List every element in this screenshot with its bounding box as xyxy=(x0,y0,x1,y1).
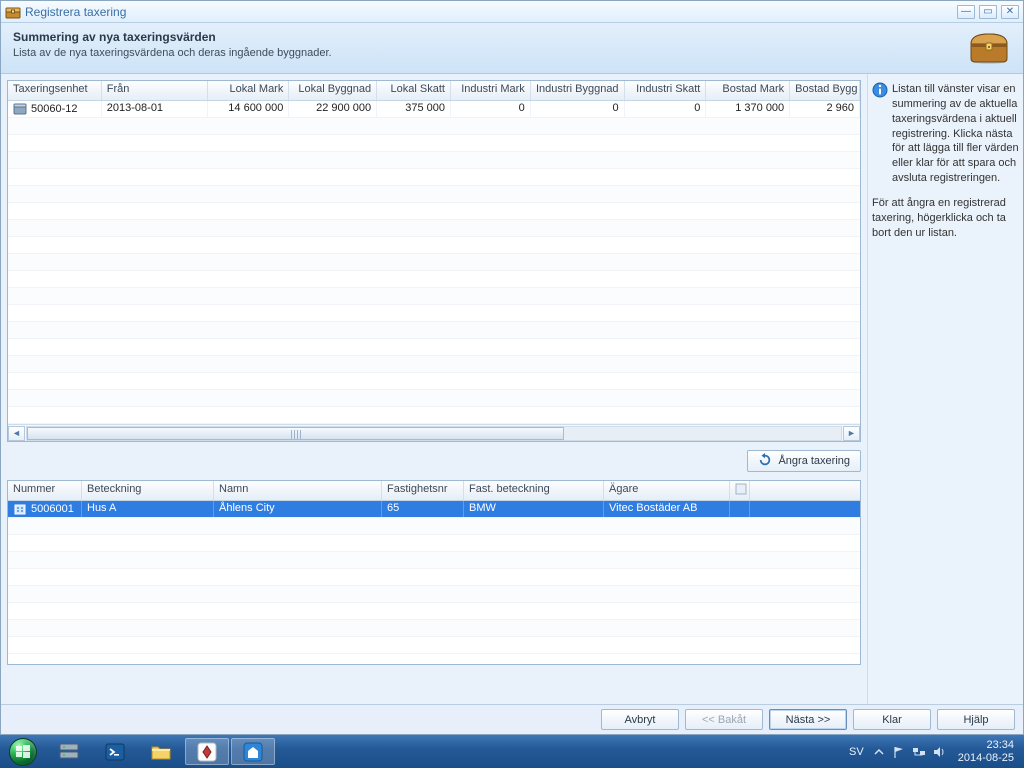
app-icon xyxy=(5,4,21,20)
taskbar-item-powershell[interactable] xyxy=(93,738,137,765)
col-namn[interactable]: Namn xyxy=(214,481,382,500)
undo-icon xyxy=(758,453,772,470)
summary-grid[interactable]: Taxeringsenhet Från Lokal Mark Lokal Byg… xyxy=(7,80,861,442)
back-button[interactable]: << Bakåt xyxy=(685,709,763,730)
close-button[interactable]: ✕ xyxy=(1001,5,1019,19)
left-column: Taxeringsenhet Från Lokal Mark Lokal Byg… xyxy=(1,74,867,704)
col-taxeringsenhet[interactable]: Taxeringsenhet xyxy=(8,81,102,100)
cell-nummer: 5006001 xyxy=(31,503,74,515)
tray-chevron-icon[interactable] xyxy=(872,745,886,759)
header-band: Summering av nya taxeringsvärden Lista a… xyxy=(1,23,1023,74)
col-extra[interactable] xyxy=(730,481,750,500)
info-text-2: För att ångra en registrerad taxering, h… xyxy=(872,196,1019,241)
page-subtitle: Lista av de nya taxeringsvärdena och der… xyxy=(13,47,967,59)
start-button[interactable] xyxy=(0,735,46,768)
language-indicator[interactable]: SV xyxy=(847,746,866,758)
info-icon xyxy=(872,82,888,101)
col-lokal-skatt[interactable]: Lokal Skatt xyxy=(377,81,451,100)
info-text-1: Listan till vänster visar en summering a… xyxy=(892,82,1019,186)
taskbar-item-app2[interactable] xyxy=(231,738,275,765)
col-bostad-bygg[interactable]: Bostad Bygg xyxy=(790,81,860,100)
cell-lokal-mark: 14 600 000 xyxy=(208,101,290,117)
flag-icon[interactable] xyxy=(892,745,906,759)
cell-bostad-bygg: 2 960 xyxy=(790,101,860,117)
col-agare[interactable]: Ägare xyxy=(604,481,730,500)
col-beteckning[interactable]: Beteckning xyxy=(82,481,214,500)
undo-taxering-button[interactable]: Ångra taxering xyxy=(747,450,861,472)
detail-grid[interactable]: Nummer Beteckning Namn Fastighetsnr Fast… xyxy=(7,480,861,665)
clock-date: 2014-08-25 xyxy=(958,752,1014,765)
taskbar-item-app1[interactable] xyxy=(185,738,229,765)
detail-grid-header: Nummer Beteckning Namn Fastighetsnr Fast… xyxy=(8,481,860,501)
taskbar-item-servers[interactable] xyxy=(47,738,91,765)
minimize-button[interactable]: — xyxy=(957,5,975,19)
horizontal-scrollbar[interactable]: ◄ ► xyxy=(8,424,860,441)
titlebar: Registrera taxering — ▭ ✕ xyxy=(1,1,1023,23)
app-window: Registrera taxering — ▭ ✕ Summering av n… xyxy=(0,0,1024,735)
col-fast-beteckning[interactable]: Fast. beteckning xyxy=(464,481,604,500)
cell-lokal-skatt: 375 000 xyxy=(377,101,451,117)
info-panel: Listan till vänster visar en summering a… xyxy=(867,74,1023,704)
cell-industri-mark: 0 xyxy=(451,101,531,117)
building-icon xyxy=(13,502,27,516)
cell-fast-beteckning: BMW xyxy=(464,501,604,517)
scroll-right-button[interactable]: ► xyxy=(843,426,860,441)
col-nummer[interactable]: Nummer xyxy=(8,481,82,500)
cell-bostad-mark: 1 370 000 xyxy=(706,101,790,117)
main-area: Taxeringsenhet Från Lokal Mark Lokal Byg… xyxy=(1,74,1023,704)
chest-icon xyxy=(967,30,1011,66)
col-bostad-mark[interactable]: Bostad Mark xyxy=(706,81,790,100)
undo-label: Ångra taxering xyxy=(778,455,850,467)
table-row[interactable]: 5006001 Hus A Åhlens City 65 BMW Vitec B… xyxy=(8,501,860,518)
col-industri-mark[interactable]: Industri Mark xyxy=(451,81,531,100)
cell-industri-skatt: 0 xyxy=(625,101,707,117)
scroll-left-button[interactable]: ◄ xyxy=(8,426,25,441)
row-icon xyxy=(13,102,27,116)
scroll-thumb[interactable] xyxy=(27,427,564,440)
taskbar[interactable]: SV 23:34 2014-08-25 xyxy=(0,735,1024,768)
page-title: Summering av nya taxeringsvärden xyxy=(13,30,967,44)
col-lokal-mark[interactable]: Lokal Mark xyxy=(208,81,290,100)
col-industri-byggnad[interactable]: Industri Byggnad xyxy=(531,81,625,100)
col-lokal-byggnad[interactable]: Lokal Byggnad xyxy=(289,81,377,100)
window-controls: — ▭ ✕ xyxy=(957,5,1019,19)
wizard-footer: Avbryt << Bakåt Nästa >> Klar Hjälp xyxy=(1,704,1023,734)
cell-beteckning: Hus A xyxy=(82,501,214,517)
table-row[interactable]: 50060-12 2013-08-01 14 600 000 22 900 00… xyxy=(8,101,860,118)
speaker-icon[interactable] xyxy=(932,745,946,759)
undo-bar: Ångra taxering xyxy=(7,448,861,474)
done-button[interactable]: Klar xyxy=(853,709,931,730)
window-title: Registrera taxering xyxy=(25,5,957,19)
detail-grid-body: 5006001 Hus A Åhlens City 65 BMW Vitec B… xyxy=(8,501,860,664)
cell-lokal-byggnad: 22 900 000 xyxy=(289,101,377,117)
clock-time: 23:34 xyxy=(958,739,1014,752)
next-button[interactable]: Nästa >> xyxy=(769,709,847,730)
col-industri-skatt[interactable]: Industri Skatt xyxy=(625,81,707,100)
help-button[interactable]: Hjälp xyxy=(937,709,1015,730)
summary-grid-header: Taxeringsenhet Från Lokal Mark Lokal Byg… xyxy=(8,81,860,101)
network-icon[interactable] xyxy=(912,745,926,759)
col-fran[interactable]: Från xyxy=(102,81,208,100)
cell-fran: 2013-08-01 xyxy=(102,101,208,117)
col-fastighetsnr[interactable]: Fastighetsnr xyxy=(382,481,464,500)
system-tray[interactable]: SV 23:34 2014-08-25 xyxy=(847,739,1024,764)
cancel-button[interactable]: Avbryt xyxy=(601,709,679,730)
cell-namn: Åhlens City xyxy=(214,501,382,517)
summary-grid-body: 50060-12 2013-08-01 14 600 000 22 900 00… xyxy=(8,101,860,424)
cell-agare: Vitec Bostäder AB xyxy=(604,501,730,517)
taskbar-clock[interactable]: 23:34 2014-08-25 xyxy=(952,739,1020,764)
cell-fastighetsnr: 65 xyxy=(382,501,464,517)
scroll-track[interactable] xyxy=(26,426,842,441)
cell-industri-byggnad: 0 xyxy=(531,101,625,117)
cell-taxeringsenhet: 50060-12 xyxy=(31,103,78,115)
maximize-button[interactable]: ▭ xyxy=(979,5,997,19)
taskbar-item-explorer[interactable] xyxy=(139,738,183,765)
